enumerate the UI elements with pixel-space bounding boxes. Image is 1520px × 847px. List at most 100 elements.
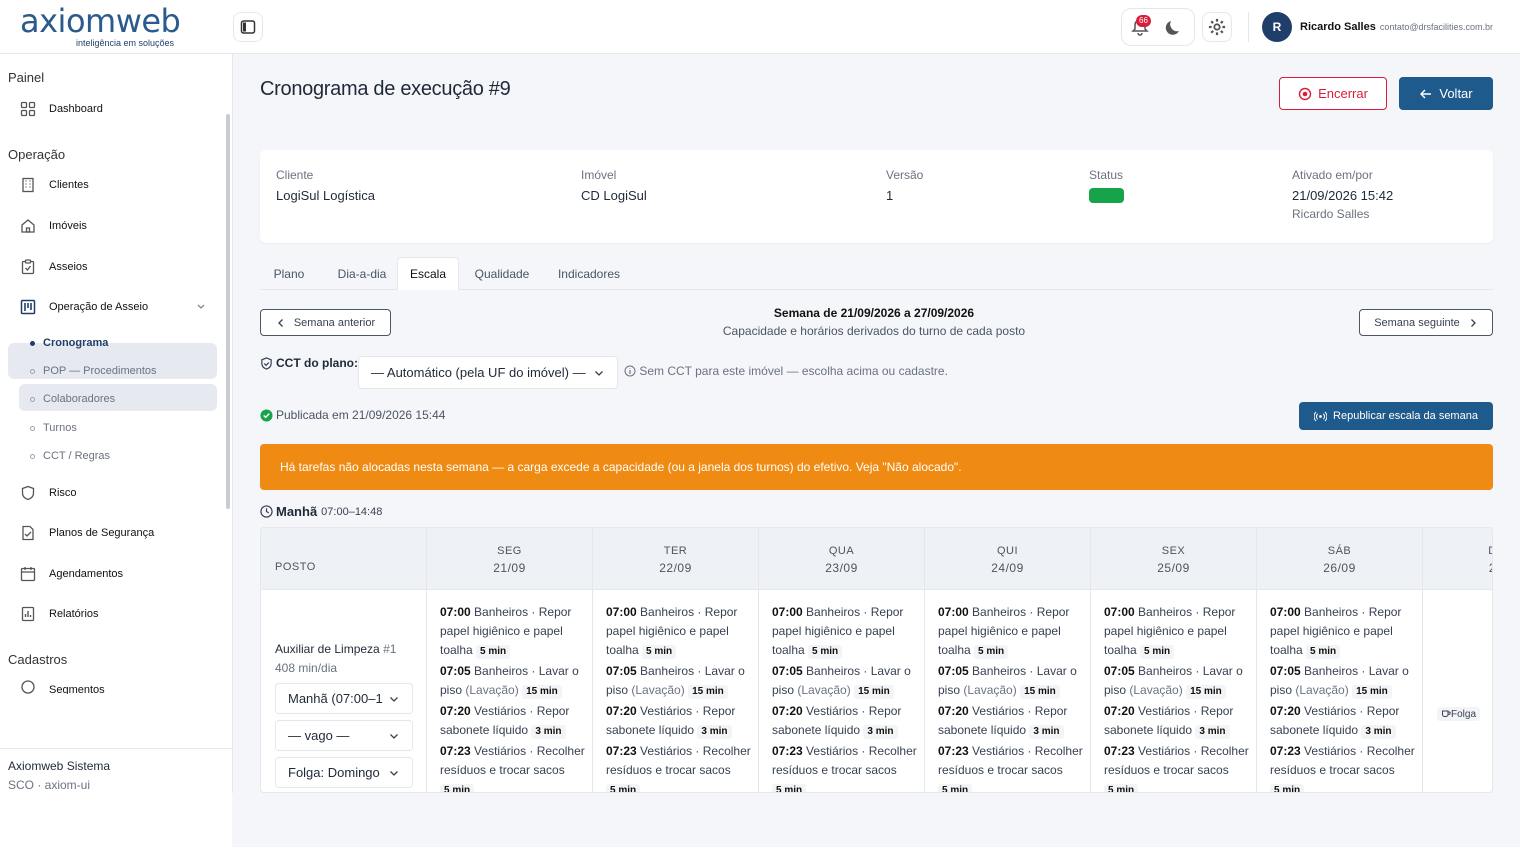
posto-name: Auxiliar de Limpeza #1 [275, 642, 396, 656]
task-list: 07:00 Banheiros · Repor papel higiênico … [440, 603, 585, 792]
settings-button[interactable] [1202, 12, 1232, 42]
dark-mode-button[interactable] [1165, 17, 1185, 42]
chevron-down-icon[interactable] [196, 303, 206, 311]
day-cell: 07:00 Banheiros · Repor papel higiênico … [427, 590, 593, 792]
task-item[interactable]: 07:23 Vestiários · Recolher resíduos e t… [1270, 742, 1415, 792]
next-week-button[interactable]: Semana seguinte [1359, 309, 1493, 336]
tab-escala[interactable]: Escala [397, 257, 459, 290]
task-item[interactable]: 07:23 Vestiários · Recolher resíduos e t… [606, 742, 751, 792]
field-imovel: Imóvel CD LogiSul [581, 168, 647, 203]
task-item[interactable]: 07:23 Vestiários · Recolher resíduos e t… [1104, 742, 1249, 792]
task-list: 07:00 Banheiros · Repor papel higiênico … [938, 603, 1083, 792]
task-item[interactable]: 07:23 Vestiários · Recolher resíduos e t… [440, 742, 585, 792]
task-item[interactable]: 07:05 Banheiros · Lavar o piso (Lavação)… [440, 662, 585, 700]
task-time: 07:05 [1104, 664, 1135, 678]
day-name: TER [663, 545, 688, 557]
sidebar-sub-colaboradores[interactable]: Colaboradores [30, 393, 115, 405]
task-item[interactable]: 07:05 Banheiros · Lavar o piso (Lavação)… [938, 662, 1083, 700]
section-operacao: Operação [8, 147, 66, 162]
task-extra: (Lavação) [963, 683, 1017, 697]
sidebar-item-planos[interactable]: Planos de Segurança [18, 519, 154, 547]
chevron-down-icon [595, 370, 603, 376]
task-extra: (Lavação) [631, 683, 685, 697]
task-item[interactable]: 07:05 Banheiros · Lavar o piso (Lavação)… [1104, 662, 1249, 700]
task-duration: 5 min [1270, 784, 1305, 792]
republish-button[interactable]: Republicar escala da semana [1299, 402, 1493, 430]
task-time: 07:00 [440, 605, 471, 619]
bullet-icon [30, 396, 35, 402]
task-item[interactable]: 07:20 Vestiários · Repor sabonete líquid… [1104, 702, 1249, 740]
task-item[interactable]: 07:05 Banheiros · Lavar o piso (Lavação)… [606, 662, 751, 700]
task-item[interactable]: 07:05 Banheiros · Lavar o piso (Lavação)… [772, 662, 917, 700]
task-item[interactable]: 07:00 Banheiros · Repor papel higiênico … [772, 603, 917, 660]
day-cell: 07:00 Banheiros · Repor papel higiênico … [593, 590, 759, 792]
task-item[interactable]: 07:00 Banheiros · Repor papel higiênico … [606, 603, 751, 660]
tab-plano[interactable]: Plano [260, 257, 318, 290]
field-label: Cliente [276, 168, 314, 182]
folga-select[interactable]: Folga: Domingo [275, 757, 413, 788]
day-name: QUA [828, 545, 855, 557]
sidebar-item-label: Risco [49, 487, 77, 499]
task-item[interactable]: 07:20 Vestiários · Repor sabonete líquid… [440, 702, 585, 740]
task-item[interactable]: 07:20 Vestiários · Repor sabonete líquid… [772, 702, 917, 740]
day-cell: 07:00 Banheiros · Repor papel higiênico … [759, 590, 925, 792]
task-duration: 3 min [1361, 725, 1396, 739]
prev-week-button[interactable]: Semana anterior [260, 309, 391, 336]
task-item[interactable]: 07:23 Vestiários · Recolher resíduos e t… [772, 742, 917, 792]
sidebar-sub-pop[interactable]: POP — Procedimentos [30, 365, 157, 377]
sidebar-sub-turnos[interactable]: Turnos [30, 422, 77, 434]
tab-dia-a-dia[interactable]: Dia-a-dia [322, 257, 402, 290]
bullet-icon [30, 368, 35, 374]
task-time: 07:05 [772, 664, 803, 678]
cct-select[interactable]: — Automático (pela UF do imóvel) — [358, 356, 618, 389]
task-item[interactable]: 07:00 Banheiros · Repor papel higiênico … [440, 603, 585, 660]
posto-load: 408 min/dia [275, 661, 338, 675]
posto-number: #1 [383, 642, 397, 656]
shift-time: 07:00–14:48 [321, 505, 383, 518]
task-item[interactable]: 07:20 Vestiários · Repor sabonete líquid… [1270, 702, 1415, 740]
sidebar-item-risco[interactable]: Risco [18, 479, 77, 507]
encerrar-button[interactable]: Encerrar [1279, 77, 1387, 110]
task-item[interactable]: 07:00 Banheiros · Repor papel higiênico … [938, 603, 1083, 660]
tab-qualidade[interactable]: Qualidade [464, 257, 540, 290]
task-list: 07:00 Banheiros · Repor papel higiênico … [606, 603, 751, 792]
sidebar-item-asseios[interactable]: Asseios [18, 253, 88, 281]
task-item[interactable]: 07:00 Banheiros · Repor papel higiênico … [1270, 603, 1415, 660]
sidebar-item-operacao-asseio[interactable]: Operação de Asseio [18, 293, 148, 321]
sidebar-sub-cronograma[interactable]: Cronograma [30, 337, 108, 349]
task-duration: 3 min [531, 725, 566, 739]
task-item[interactable]: 07:20 Vestiários · Repor sabonete líquid… [606, 702, 751, 740]
task-list: 07:00 Banheiros · Repor papel higiênico … [1104, 603, 1249, 792]
clipboard-icon [18, 257, 38, 277]
sidebar-item-segmentos[interactable]: Segmentos [18, 677, 105, 694]
brand-logo[interactable]: axiomweb inteligência em soluções [20, 4, 181, 48]
cct-label: CCT do plano: [276, 356, 358, 370]
sidebar-item-agendamentos[interactable]: Agendamentos [18, 560, 123, 588]
sidebar-scrollbar[interactable] [226, 114, 230, 509]
task-item[interactable]: 07:23 Vestiários · Recolher resíduos e t… [938, 742, 1083, 792]
sidebar-footer: Axiomweb Sistema SCO · axiom-ui [0, 748, 232, 847]
day-name: QUI [996, 545, 1019, 557]
sidebar-sub-cct[interactable]: CCT / Regras [30, 450, 110, 462]
sidebar-item-dashboard[interactable]: Dashboard [18, 95, 103, 123]
task-duration: 5 min [606, 784, 641, 792]
task-item[interactable]: 07:20 Vestiários · Repor sabonete líquid… [938, 702, 1083, 740]
user-menu[interactable]: R Ricardo Salles contato@drsfacilities.c… [1262, 12, 1493, 42]
bullet-icon [30, 453, 35, 459]
task-time: 07:00 [1104, 605, 1135, 619]
field-versao: Versão 1 [886, 168, 923, 203]
colaborador-select[interactable]: — vago — [275, 720, 413, 751]
tab-indicadores[interactable]: Indicadores [546, 257, 632, 290]
voltar-button[interactable]: Voltar [1399, 77, 1493, 110]
sidebar-item-clientes[interactable]: Clientes [18, 171, 89, 199]
sidebar-item-relatorios[interactable]: Relatórios [18, 600, 99, 628]
sidebar-item-label: Imóveis [49, 220, 87, 232]
task-item[interactable]: 07:05 Banheiros · Lavar o piso (Lavação)… [1270, 662, 1415, 700]
sidebar-item-imoveis[interactable]: Imóveis [18, 212, 87, 240]
task-item[interactable]: 07:00 Banheiros · Repor papel higiênico … [1104, 603, 1249, 660]
turno-select[interactable]: Manhã (07:00–1 [275, 683, 413, 714]
sidebar-item-label: Agendamentos [49, 568, 123, 580]
task-duration: 15 min [688, 685, 728, 699]
calendar-icon [18, 564, 38, 584]
sidebar-toggle-button[interactable] [233, 12, 263, 42]
